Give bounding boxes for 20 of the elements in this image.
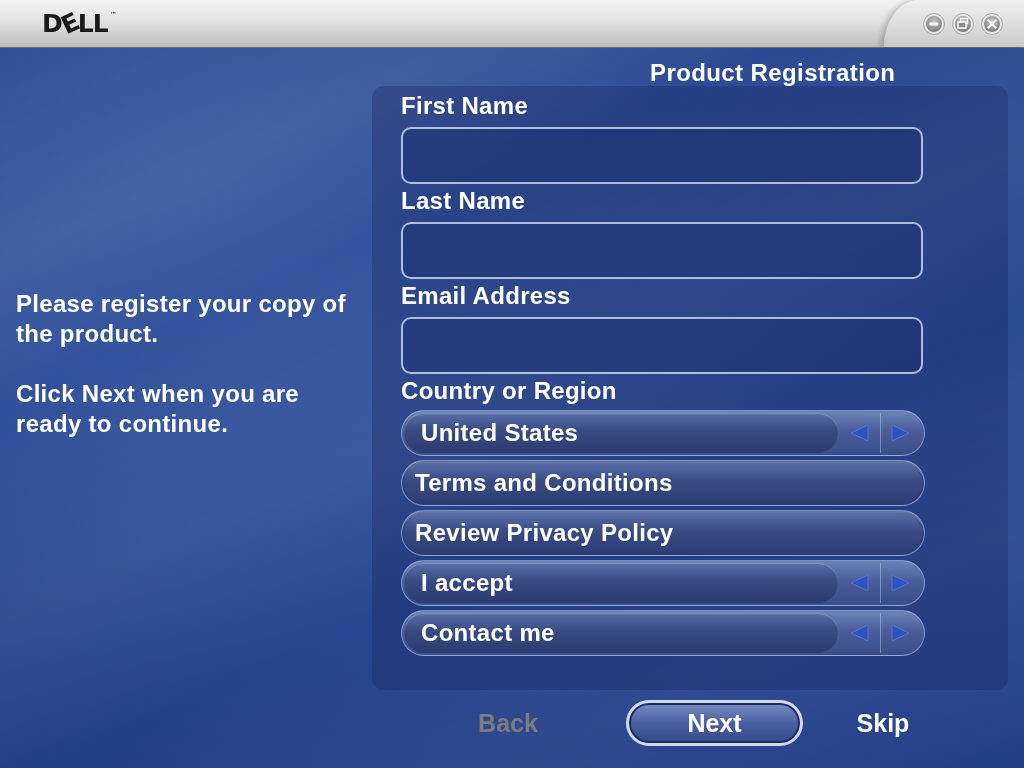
text-input[interactable] [401, 127, 923, 184]
close-icon[interactable] [981, 12, 1003, 35]
spinner-value: I accept [404, 563, 838, 603]
action-button[interactable]: Next [626, 700, 803, 746]
minimize-icon[interactable] [923, 12, 945, 35]
text-input[interactable] [401, 317, 923, 374]
instruction-text: Please register your copy of the product. [16, 289, 347, 349]
text-input[interactable] [401, 222, 923, 279]
restore-icon[interactable] [952, 12, 974, 35]
field-label: First Name [401, 92, 529, 120]
instruction-text: Click Next when you are ready to continue. [16, 379, 300, 439]
field-label: Email Address [401, 282, 571, 310]
spinner-value: United States [404, 413, 838, 453]
page-title: Product Registration [650, 59, 896, 86]
option-button[interactable]: Terms and Conditions [401, 460, 925, 506]
option-button[interactable]: Review Privacy Policy [401, 510, 925, 556]
field-label: Country or Region [401, 377, 617, 405]
field-label: Last Name [401, 187, 526, 215]
spinner-value: Contact me [404, 613, 838, 653]
text-button[interactable]: Skip [841, 700, 925, 746]
